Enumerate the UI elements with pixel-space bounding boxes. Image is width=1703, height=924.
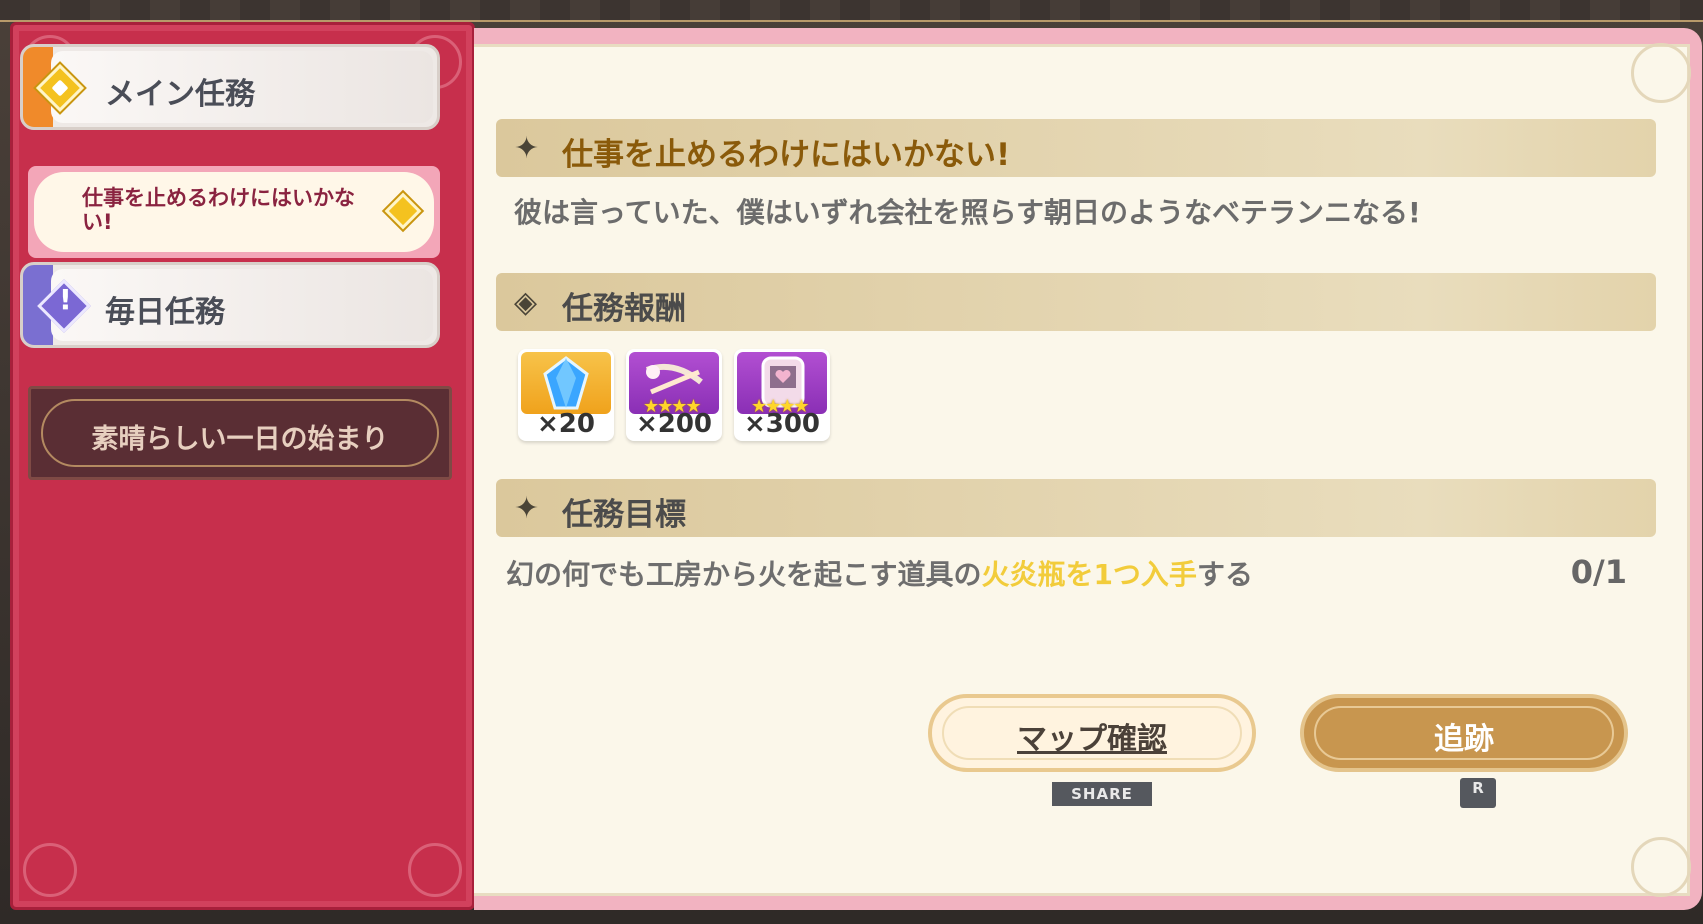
tab-daily-quest[interactable]: ! 毎日任務	[20, 262, 440, 348]
objective-suffix: する	[1196, 558, 1253, 591]
objective-header: 任務目標	[562, 497, 686, 533]
reward-quantity: ×20	[537, 409, 595, 439]
rewards-header: 任務報酬	[562, 291, 686, 327]
share-key-hint: SHARE	[1052, 782, 1152, 806]
blue-crystal-icon	[521, 352, 611, 414]
quest-title: 仕事を止めるわけにはいかない!	[562, 137, 1011, 173]
corner-ornament-icon	[408, 843, 462, 897]
subtab-quest-unselected[interactable]: 素晴らしい一日の始まり	[28, 386, 452, 480]
subtab-quest-selected-label: 仕事を止めるわけにはいかない!	[82, 186, 355, 234]
objective-prefix: 幻の何でも工房から火を起こす道具の	[506, 558, 982, 591]
reward-item[interactable]: ★★★★ ×200	[626, 349, 722, 441]
crossbow-icon: ★★★★	[629, 352, 719, 417]
top-border	[0, 0, 1703, 22]
track-button[interactable]: 追跡	[1300, 694, 1628, 772]
map-confirm-button[interactable]: マップ確認	[928, 694, 1256, 772]
track-button-label: 追跡	[1434, 722, 1494, 757]
objective-progress: 0/1	[1570, 553, 1627, 591]
objective-header-bar: ✦ 任務目標	[496, 479, 1656, 537]
r-key-hint: R	[1460, 778, 1496, 808]
reward-item[interactable]: ×20	[518, 349, 614, 441]
tab-main-quest-label: メイン任務	[105, 77, 255, 112]
quest-title-bar: ✦ 仕事を止めるわけにはいかない!	[496, 119, 1656, 177]
exclamation-mark-glyph: !	[59, 283, 72, 316]
map-confirm-button-label: マップ確認	[1017, 722, 1167, 757]
tab-main-quest[interactable]: メイン任務	[20, 44, 440, 130]
corner-ornament-icon	[1631, 43, 1691, 103]
objective-highlight: 火炎瓶を1つ入手	[981, 558, 1197, 591]
subtab-quest-selected[interactable]: 仕事を止めるわけにはいかない!	[28, 166, 440, 258]
sparkle-icon: ✦	[514, 131, 540, 166]
reward-item[interactable]: ★★★★ ×300	[734, 349, 830, 441]
chest-icon: ◈	[514, 285, 538, 320]
reward-quantity: ×300	[743, 409, 821, 439]
reward-quantity: ×200	[635, 409, 713, 439]
corner-ornament-icon	[23, 843, 77, 897]
corner-ornament-icon	[1631, 837, 1691, 897]
device-card-icon: ★★★★	[737, 352, 827, 417]
tab-daily-quest-label: 毎日任務	[105, 295, 225, 330]
rewards-header-bar: ◈ 任務報酬	[496, 273, 1656, 331]
quest-description: 彼は言っていた、僕はいずれ会社を照らす朝日のようなベテランニなる!	[514, 196, 1421, 229]
sparkle-icon: ✦	[514, 491, 540, 526]
subtab-quest-unselected-label: 素晴らしい一日の始まり	[91, 424, 389, 455]
objective-text: 幻の何でも工房から火を起こす道具の火炎瓶を1つ入手する	[506, 553, 1253, 593]
quest-detail-panel: ✦ 仕事を止めるわけにはいかない! 彼は言っていた、僕はいずれ会社を照らす朝日の…	[474, 28, 1702, 910]
